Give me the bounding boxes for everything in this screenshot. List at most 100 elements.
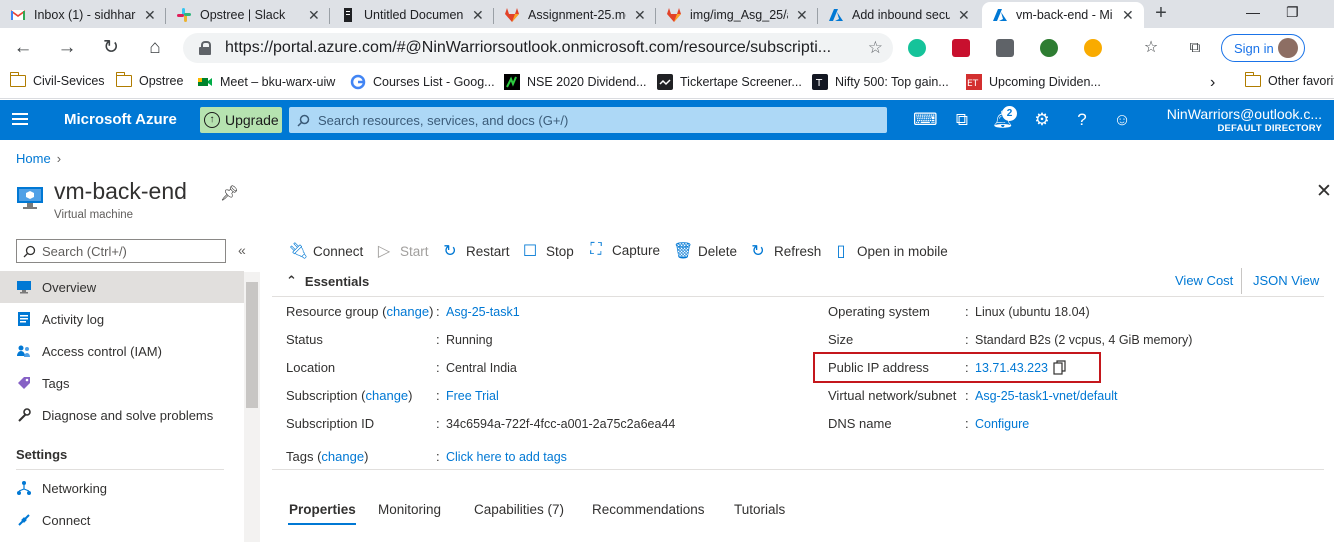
close-tab-icon[interactable]: ✕ xyxy=(796,7,808,24)
bookmark-item[interactable]: Courses List - Goog... xyxy=(350,74,495,90)
change-tags-link[interactable]: change xyxy=(321,449,364,464)
menu-search-input[interactable]: Search (Ctrl+/) xyxy=(16,239,226,263)
home-icon[interactable]: ⌂ xyxy=(144,37,166,59)
favorites-icon[interactable]: ☆ xyxy=(1140,37,1162,59)
upgrade-button[interactable]: ↑ Upgrade xyxy=(200,107,282,133)
tab-capabilities[interactable]: Capabilities (7) xyxy=(474,502,564,517)
glasses-extension-icon[interactable] xyxy=(1084,39,1102,57)
delete-button[interactable]: 🗑︎ Delete xyxy=(673,241,737,261)
colon: : xyxy=(436,388,440,403)
minimize-icon[interactable]: — xyxy=(1246,4,1260,20)
stop-button[interactable]: ☐ Stop xyxy=(521,241,574,261)
url-text[interactable]: https://portal.azure.com/#@NinWarriorsou… xyxy=(225,39,835,57)
menu-item-networking[interactable]: Networking xyxy=(0,472,244,504)
menu-item-access-control[interactable]: Access control (IAM) xyxy=(0,335,244,367)
dns-configure-link[interactable]: Configure xyxy=(975,417,1029,431)
menu-item-activity-log[interactable]: Activity log xyxy=(0,303,244,335)
change-resource-group-link[interactable]: change xyxy=(386,304,429,319)
dns-label: DNS name xyxy=(828,416,892,431)
restore-icon[interactable]: ❐ xyxy=(1286,4,1299,21)
tab-recommendations[interactable]: Recommendations xyxy=(592,502,705,517)
address-bar[interactable]: https://portal.azure.com/#@NinWarriorsou… xyxy=(183,33,893,63)
directory-filter-icon[interactable]: ⧉ xyxy=(952,110,972,130)
status-value: Running xyxy=(446,333,493,347)
restart-button[interactable]: ↻ Restart xyxy=(441,241,509,261)
refresh-button[interactable]: ↻ Refresh xyxy=(749,241,821,261)
browser-tab[interactable]: Add inbound secu ✕ xyxy=(818,2,980,28)
view-cost-link[interactable]: View Cost xyxy=(1175,273,1233,288)
back-arrow-icon[interactable]: ← xyxy=(12,37,34,59)
folder-icon xyxy=(115,72,132,87)
resource-group-value[interactable]: Asg-25-task1 xyxy=(446,305,520,319)
bookmark-label: Upcoming Dividen... xyxy=(989,75,1101,89)
cloud-shell-icon[interactable]: ⌨ xyxy=(913,110,938,130)
subscription-value[interactable]: Free Trial xyxy=(446,389,499,403)
browser-tab[interactable]: Opstree | Slack ✕ xyxy=(166,2,330,28)
bookmark-item[interactable]: Opstree xyxy=(115,72,183,88)
menu-hamburger-icon[interactable] xyxy=(12,113,28,127)
close-tab-icon[interactable]: ✕ xyxy=(144,7,156,24)
close-tab-icon[interactable]: ✕ xyxy=(308,7,320,24)
menu-item-overview[interactable]: Overview xyxy=(0,271,244,303)
globe-extension-icon[interactable] xyxy=(1040,39,1058,57)
browser-tab[interactable]: img/img_Asg_25/a ✕ xyxy=(656,2,818,28)
close-tab-icon[interactable]: ✕ xyxy=(472,7,484,24)
close-icon[interactable]: ✕ xyxy=(1316,180,1332,203)
breadcrumb-home[interactable]: Home xyxy=(16,151,51,166)
bookmark-item[interactable]: ET Upcoming Dividen... xyxy=(966,74,1101,90)
gitlab-icon xyxy=(667,8,681,22)
bookmark-item[interactable]: Civil-Sevices xyxy=(9,72,105,88)
scrollbar-thumb[interactable] xyxy=(246,282,258,408)
bookmark-item[interactable]: Meet – bku-warx-uiw xyxy=(197,74,335,90)
connect-button[interactable]: 🔌︎ Connect xyxy=(288,241,363,261)
azure-brand[interactable]: Microsoft Azure xyxy=(64,111,177,128)
feedback-smiley-icon[interactable]: ☺ xyxy=(1112,110,1132,130)
browser-tab[interactable]: Assignment-25.md ✕ xyxy=(494,2,656,28)
settings-gear-icon[interactable]: ⚙ xyxy=(1032,110,1052,130)
tab-properties[interactable]: Properties xyxy=(289,502,356,517)
vnet-value[interactable]: Asg-25-task1-vnet/default xyxy=(975,389,1117,403)
close-tab-icon[interactable]: ✕ xyxy=(1122,7,1134,24)
start-button[interactable]: ▷ Start xyxy=(375,241,429,261)
pin-icon[interactable]: 📌︎ xyxy=(220,184,239,202)
collections-icon[interactable]: ⧉ xyxy=(1184,37,1206,59)
browser-tab[interactable]: Untitled Documen ✕ xyxy=(330,2,494,28)
capture-button[interactable]: ⛶ Capture xyxy=(587,241,660,259)
account-menu[interactable]: NinWarriors@outlook.c... DEFAULT DIRECTO… xyxy=(1167,106,1322,134)
other-favorites[interactable]: Other favorit xyxy=(1244,72,1334,88)
browser-tab-active[interactable]: vm-back-end - Mi ✕ xyxy=(982,2,1144,28)
essentials-toggle[interactable]: ⌃ Essentials xyxy=(286,273,369,289)
forward-arrow-icon[interactable]: → xyxy=(56,37,78,59)
bookmark-item[interactable]: T Nifty 500: Top gain... xyxy=(812,74,949,90)
tab-tutorials[interactable]: Tutorials xyxy=(734,502,785,517)
menu-item-diagnose[interactable]: Diagnose and solve problems xyxy=(0,399,244,431)
grammarly-icon[interactable] xyxy=(908,39,926,57)
help-icon[interactable]: ? xyxy=(1072,110,1092,130)
adblock-icon[interactable] xyxy=(952,39,970,57)
menu-scrollbar[interactable] xyxy=(244,272,260,542)
bookmark-item[interactable]: NSE 2020 Dividend... xyxy=(504,74,647,90)
more-bookmarks-icon[interactable]: › xyxy=(1210,74,1215,92)
azure-search-input[interactable]: Search resources, services, and docs (G+… xyxy=(289,107,887,133)
change-subscription-link[interactable]: change xyxy=(366,388,409,403)
close-tab-icon[interactable]: ✕ xyxy=(958,7,970,24)
add-tags-link[interactable]: Click here to add tags xyxy=(446,450,567,464)
subscription-id-value: 34c6594a-722f-4fcc-a001-2a75c2a6ea44 xyxy=(446,417,676,431)
profile-avatar xyxy=(1278,38,1298,58)
menu-item-label: Overview xyxy=(42,279,97,295)
close-tab-icon[interactable]: ✕ xyxy=(634,7,646,24)
browser-tab[interactable]: Inbox (1) - sidhhar ✕ xyxy=(0,2,166,28)
extension-icon[interactable] xyxy=(996,39,1014,57)
menu-item-tags[interactable]: Tags xyxy=(0,367,244,399)
collapse-menu-icon[interactable]: « xyxy=(238,242,246,258)
reload-icon[interactable]: ↻ xyxy=(100,37,122,59)
menu-item-connect[interactable]: Connect xyxy=(0,504,244,536)
status-label: Status xyxy=(286,332,323,347)
json-view-link[interactable]: JSON View xyxy=(1253,273,1319,288)
open-in-mobile-button[interactable]: ▯ Open in mobile xyxy=(832,241,948,261)
bookmark-item[interactable]: Tickertape Screener... xyxy=(657,74,802,90)
sign-in-button[interactable]: Sign in xyxy=(1221,34,1305,62)
bookmark-star-icon[interactable]: ☆ xyxy=(868,38,883,58)
tab-monitoring[interactable]: Monitoring xyxy=(378,502,441,517)
new-tab-button[interactable]: + xyxy=(1150,2,1172,24)
